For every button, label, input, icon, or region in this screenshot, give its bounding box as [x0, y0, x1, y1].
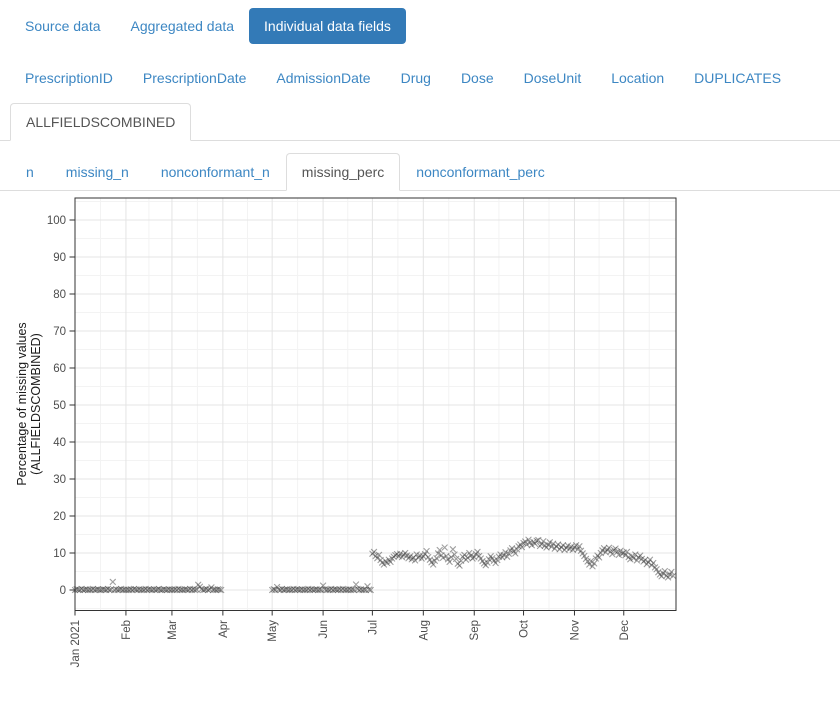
tab-prescriptionid[interactable]: PrescriptionID	[10, 60, 128, 96]
x-tick-labels: Jan 2021 Feb Mar Apr May Jun Jul Aug Sep Oct Nov De…	[70, 619, 631, 667]
svg-text:Dec: Dec	[619, 620, 631, 641]
missing-perc-scatter-chart: 0 10 20 30 40 50 60 70 80 90 100 Jan 2021 Feb Mar Apr M…	[0, 191, 700, 691]
tab-allfieldscombined[interactable]: ALLFIELDSCOMBINED	[10, 103, 191, 141]
svg-text:0: 0	[60, 585, 66, 597]
tab-admissiondate[interactable]: AdmissionDate	[261, 60, 385, 96]
tab-location[interactable]: Location	[596, 60, 679, 96]
gridlines-minor	[75, 198, 676, 611]
tab-duplicates[interactable]: DUPLICATES	[679, 60, 796, 96]
tab-dose[interactable]: Dose	[446, 60, 509, 96]
tab-drug[interactable]: Drug	[386, 60, 446, 96]
tab-source-data[interactable]: Source data	[10, 8, 116, 44]
metric-nav: nmissing_nnonconformant_nmissing_percnon…	[0, 153, 840, 191]
svg-text:Oct: Oct	[519, 619, 531, 638]
svg-text:60: 60	[53, 363, 66, 375]
tab-aggregated-data[interactable]: Aggregated data	[116, 8, 250, 44]
axis-ticks	[70, 220, 624, 616]
tab-nonconformant-perc[interactable]: nonconformant_perc	[400, 153, 560, 191]
svg-text:20: 20	[53, 511, 66, 523]
tab-individual-data-fields[interactable]: Individual data fields	[249, 8, 406, 44]
data-points	[72, 537, 675, 593]
data-field-nav: PrescriptionIDPrescriptionDateAdmissionD…	[10, 60, 840, 96]
tab-missing-perc[interactable]: missing_perc	[286, 153, 400, 191]
svg-text:40: 40	[53, 437, 66, 449]
svg-text:Mar: Mar	[167, 620, 179, 640]
svg-text:100: 100	[47, 215, 66, 227]
svg-text:50: 50	[53, 400, 66, 412]
svg-text:Nov: Nov	[570, 620, 582, 641]
svg-text:May: May	[267, 620, 279, 642]
primary-nav: Source dataAggregated dataIndividual dat…	[10, 8, 840, 44]
svg-text:Jan 2021: Jan 2021	[70, 620, 82, 667]
svg-text:80: 80	[53, 289, 66, 301]
svg-text:30: 30	[53, 474, 66, 486]
svg-text:Feb: Feb	[121, 620, 133, 640]
gridlines-major	[75, 198, 676, 611]
svg-text:Sep: Sep	[469, 620, 481, 640]
combined-field-nav: ALLFIELDSCOMBINED	[0, 103, 840, 141]
tab-doseunit[interactable]: DoseUnit	[509, 60, 597, 96]
svg-text:(ALLFIELDSCOMBINED): (ALLFIELDSCOMBINED)	[29, 333, 43, 475]
app-page: { "nav_primary": { "items": [ {"label": …	[0, 8, 840, 712]
svg-text:Apr: Apr	[218, 620, 230, 638]
svg-text:90: 90	[53, 252, 66, 264]
tab-n[interactable]: n	[10, 153, 50, 191]
svg-text:70: 70	[53, 326, 66, 338]
chart-panel: 0 10 20 30 40 50 60 70 80 90 100 Jan 2021 Feb Mar Apr M…	[0, 191, 700, 691]
tab-prescriptiondate[interactable]: PrescriptionDate	[128, 60, 262, 96]
svg-text:Jun: Jun	[318, 620, 330, 639]
svg-text:Percentage of missing values: Percentage of missing values	[15, 322, 29, 485]
svg-text:Aug: Aug	[418, 620, 430, 640]
y-tick-labels: 0 10 20 30 40 50 60 70 80 90 100	[47, 215, 66, 597]
svg-text:10: 10	[53, 548, 66, 560]
tab-nonconformant-n[interactable]: nonconformant_n	[145, 153, 286, 191]
svg-text:Jul: Jul	[367, 620, 379, 635]
y-axis-title: Percentage of missing values(ALLFIELDSCO…	[15, 322, 43, 485]
tab-missing-n[interactable]: missing_n	[50, 153, 145, 191]
plot-border	[75, 198, 676, 611]
